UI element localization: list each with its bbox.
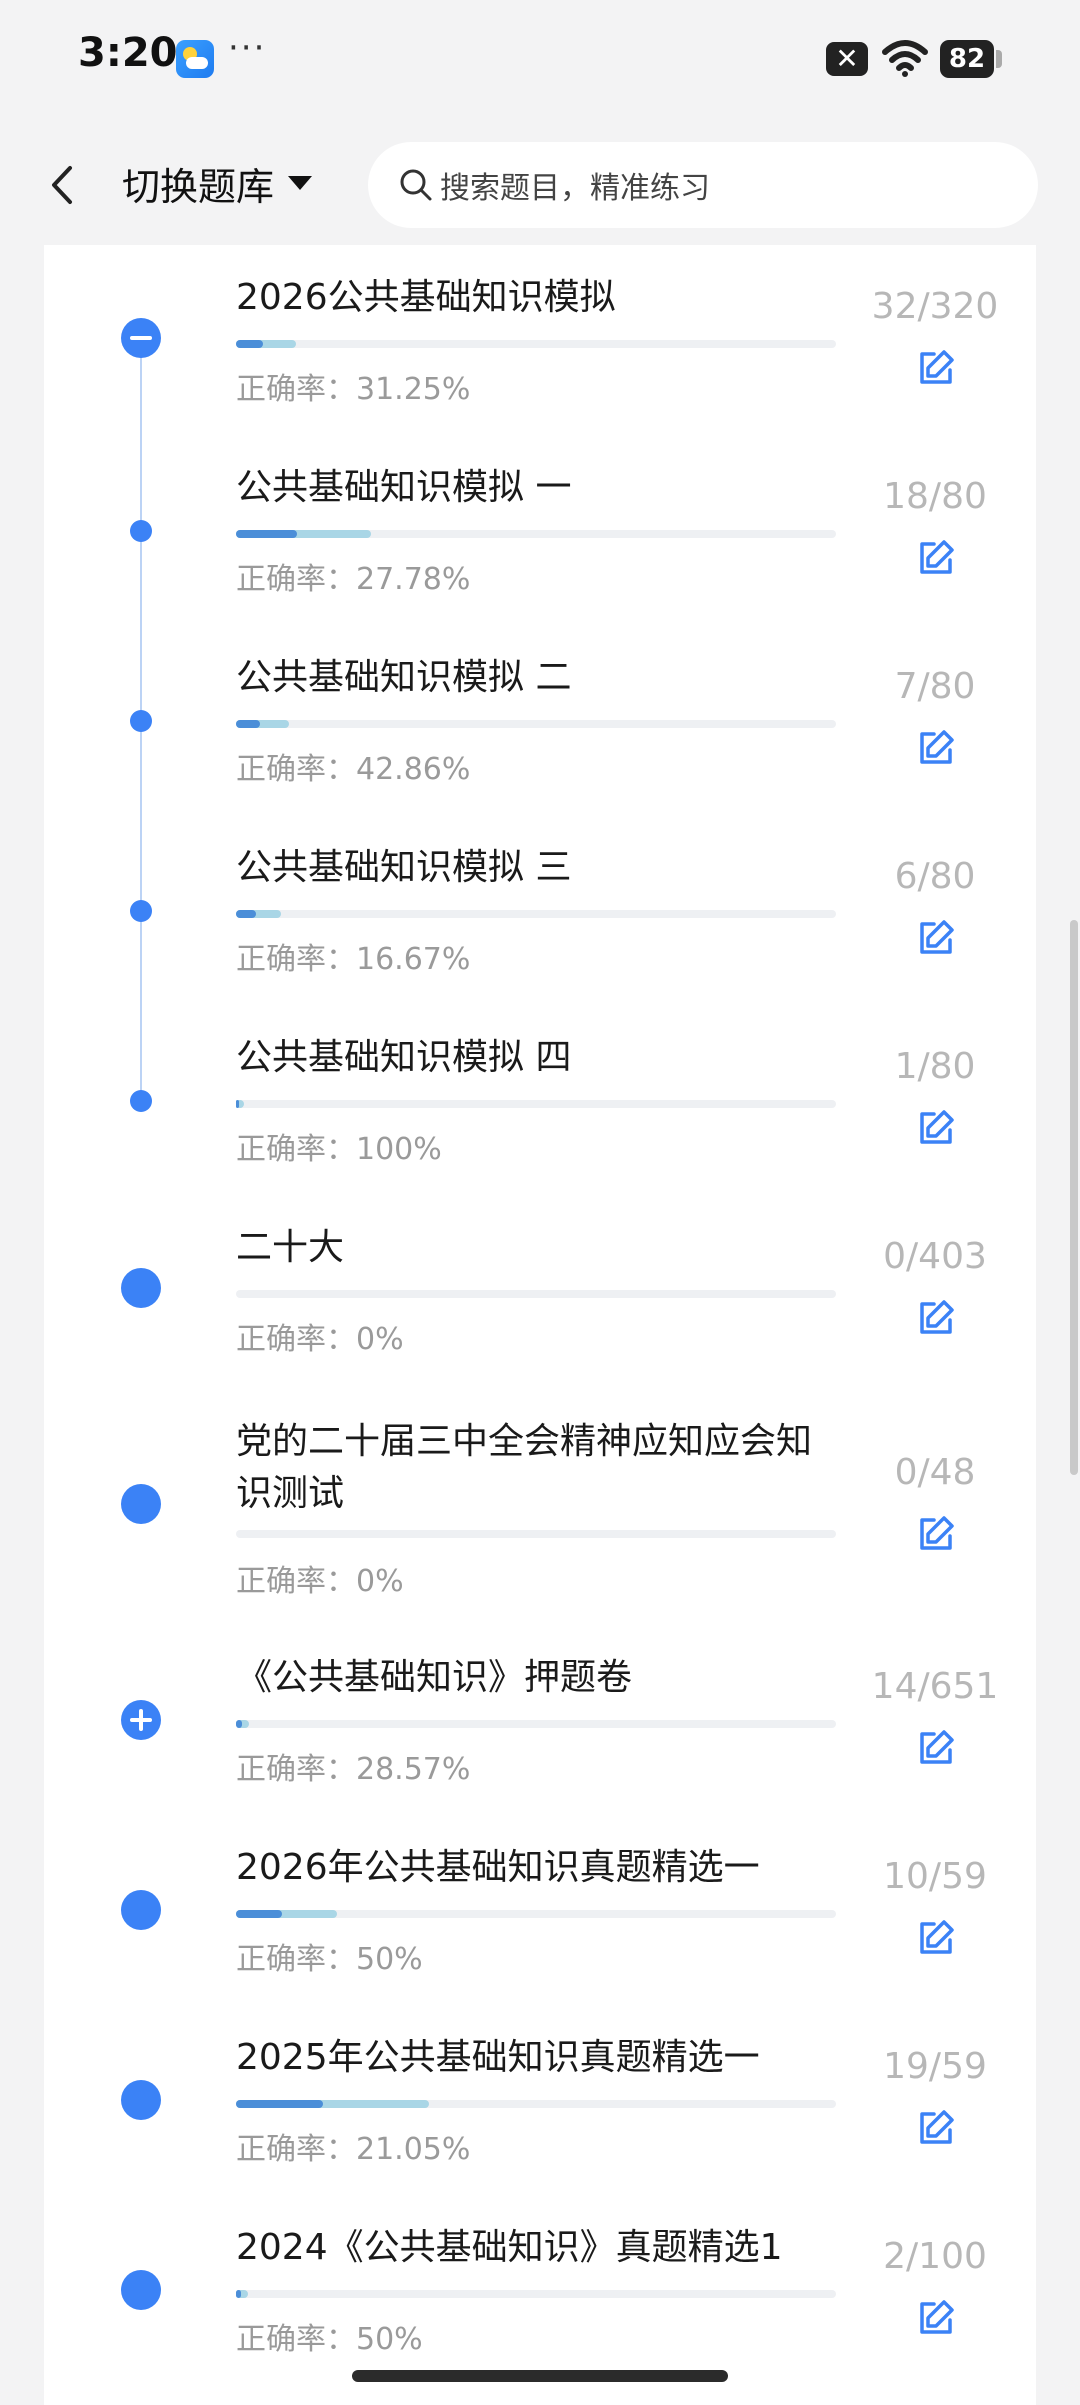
question-count: 6/80 [894,856,976,897]
edit-icon[interactable] [914,726,958,770]
close-notification-icon: ✕ [826,42,868,76]
accuracy-text: 正确率：28.57% [236,1752,471,1787]
edit-icon[interactable] [914,536,958,580]
scrollbar[interactable] [1070,920,1078,1475]
timeline-dot [130,900,152,922]
accuracy-text: 正确率：27.78% [236,562,471,597]
edit-icon[interactable] [914,1296,958,1340]
accuracy-text: 正确率：0% [236,1564,404,1599]
item-title: 2024《公共基础知识》真题精选1 [236,2227,783,2268]
edit-icon[interactable] [914,1726,958,1770]
edit-icon[interactable] [914,2296,958,2340]
edit-icon[interactable] [914,2106,958,2150]
edit-icon[interactable] [914,1106,958,1150]
edit-icon[interactable] [914,1512,958,1556]
progress-fill-dark [236,1100,240,1108]
edit-icon[interactable] [914,1916,958,1960]
progress-bar [236,720,836,728]
timeline-dot [130,520,152,542]
more-notifications-icon: ··· [228,28,267,68]
progress-bar [236,1530,836,1538]
question-count: 0/403 [883,1236,987,1277]
item-title: 公共基础知识模拟 二 [236,657,572,698]
question-count: 10/59 [883,1856,987,1897]
caret-down-icon [288,176,313,190]
switch-question-bank-button[interactable]: 切换题库 [122,158,313,209]
timeline-dot [130,1090,152,1112]
battery-level: 82 [940,40,994,78]
progress-bar [236,340,836,348]
question-count: 19/59 [883,2046,987,2087]
question-count: 0/48 [894,1452,976,1493]
progress-bar [236,1910,836,1918]
item-title: 二十大 [236,1227,345,1268]
timeline-dot [121,1890,161,1930]
item-title: 2026年公共基础知识真题精选一 [236,1847,760,1888]
question-count: 7/80 [894,666,976,707]
accuracy-text: 正确率：42.86% [236,752,471,787]
progress-fill-dark [236,530,297,538]
accuracy-text: 正确率：31.25% [236,372,471,407]
battery-tip [996,50,1002,68]
progress-fill-dark [236,2100,323,2108]
progress-bar [236,2290,836,2298]
progress-fill-dark [236,720,260,728]
progress-fill-dark [236,2290,242,2298]
progress-fill-dark [236,340,263,348]
progress-bar [236,910,836,918]
accuracy-text: 正确率：50% [236,2322,423,2357]
progress-fill-dark [236,1910,282,1918]
item-title: 2025年公共基础知识真题精选一 [236,2037,760,2078]
question-count: 14/651 [871,1666,999,1707]
expand-icon[interactable] [121,1700,161,1740]
item-title: 公共基础知识模拟 一 [236,467,572,508]
accuracy-text: 正确率：16.67% [236,942,471,977]
progress-fill-dark [236,910,257,918]
question-count: 1/80 [894,1046,976,1087]
timeline-dot [121,2270,161,2310]
wifi-icon [882,40,928,77]
accuracy-text: 正确率：21.05% [236,2132,471,2167]
item-title: 2026公共基础知识模拟 [236,277,616,318]
accuracy-text: 正确率：100% [236,1132,442,1167]
search-input[interactable]: 搜索题目，精准练习 [368,142,1038,228]
item-title: 党的二十届三中全会精神应知应会知识测试 [236,1421,813,1514]
accuracy-text: 正确率：0% [236,1322,404,1357]
search-placeholder: 搜索题目，精准练习 [440,171,710,206]
status-time: 3:20 [78,30,178,76]
nav-bar: 切换题库 搜索题目，精准练习 [0,130,1080,240]
timeline-dot [121,1268,161,1308]
progress-bar [236,1100,836,1108]
accuracy-text: 正确率：50% [236,1942,423,1977]
question-count: 18/80 [883,476,987,517]
weather-app-icon [176,40,214,78]
collapse-icon[interactable] [121,318,161,358]
progress-bar [236,1720,836,1728]
timeline-dot [130,710,152,732]
switch-question-bank-label: 切换题库 [122,164,275,209]
timeline-dot [121,1484,161,1524]
progress-bar [236,530,836,538]
item-title: 公共基础知识模拟 四 [236,1037,572,1078]
item-title: 《公共基础知识》押题卷 [236,1657,633,1698]
search-icon [400,169,432,201]
question-count: 2/100 [883,2236,987,2277]
item-title: 公共基础知识模拟 三 [236,847,572,888]
progress-fill-dark [236,1720,242,1728]
edit-icon[interactable] [914,346,958,390]
edit-icon[interactable] [914,916,958,960]
back-icon[interactable] [42,160,82,210]
status-bar: 3:20 ··· ✕ 82 [0,0,1080,120]
home-indicator[interactable] [352,2370,728,2382]
timeline-dot [121,2080,161,2120]
progress-bar [236,2100,836,2108]
progress-bar [236,1290,836,1298]
question-count: 32/320 [871,286,999,327]
